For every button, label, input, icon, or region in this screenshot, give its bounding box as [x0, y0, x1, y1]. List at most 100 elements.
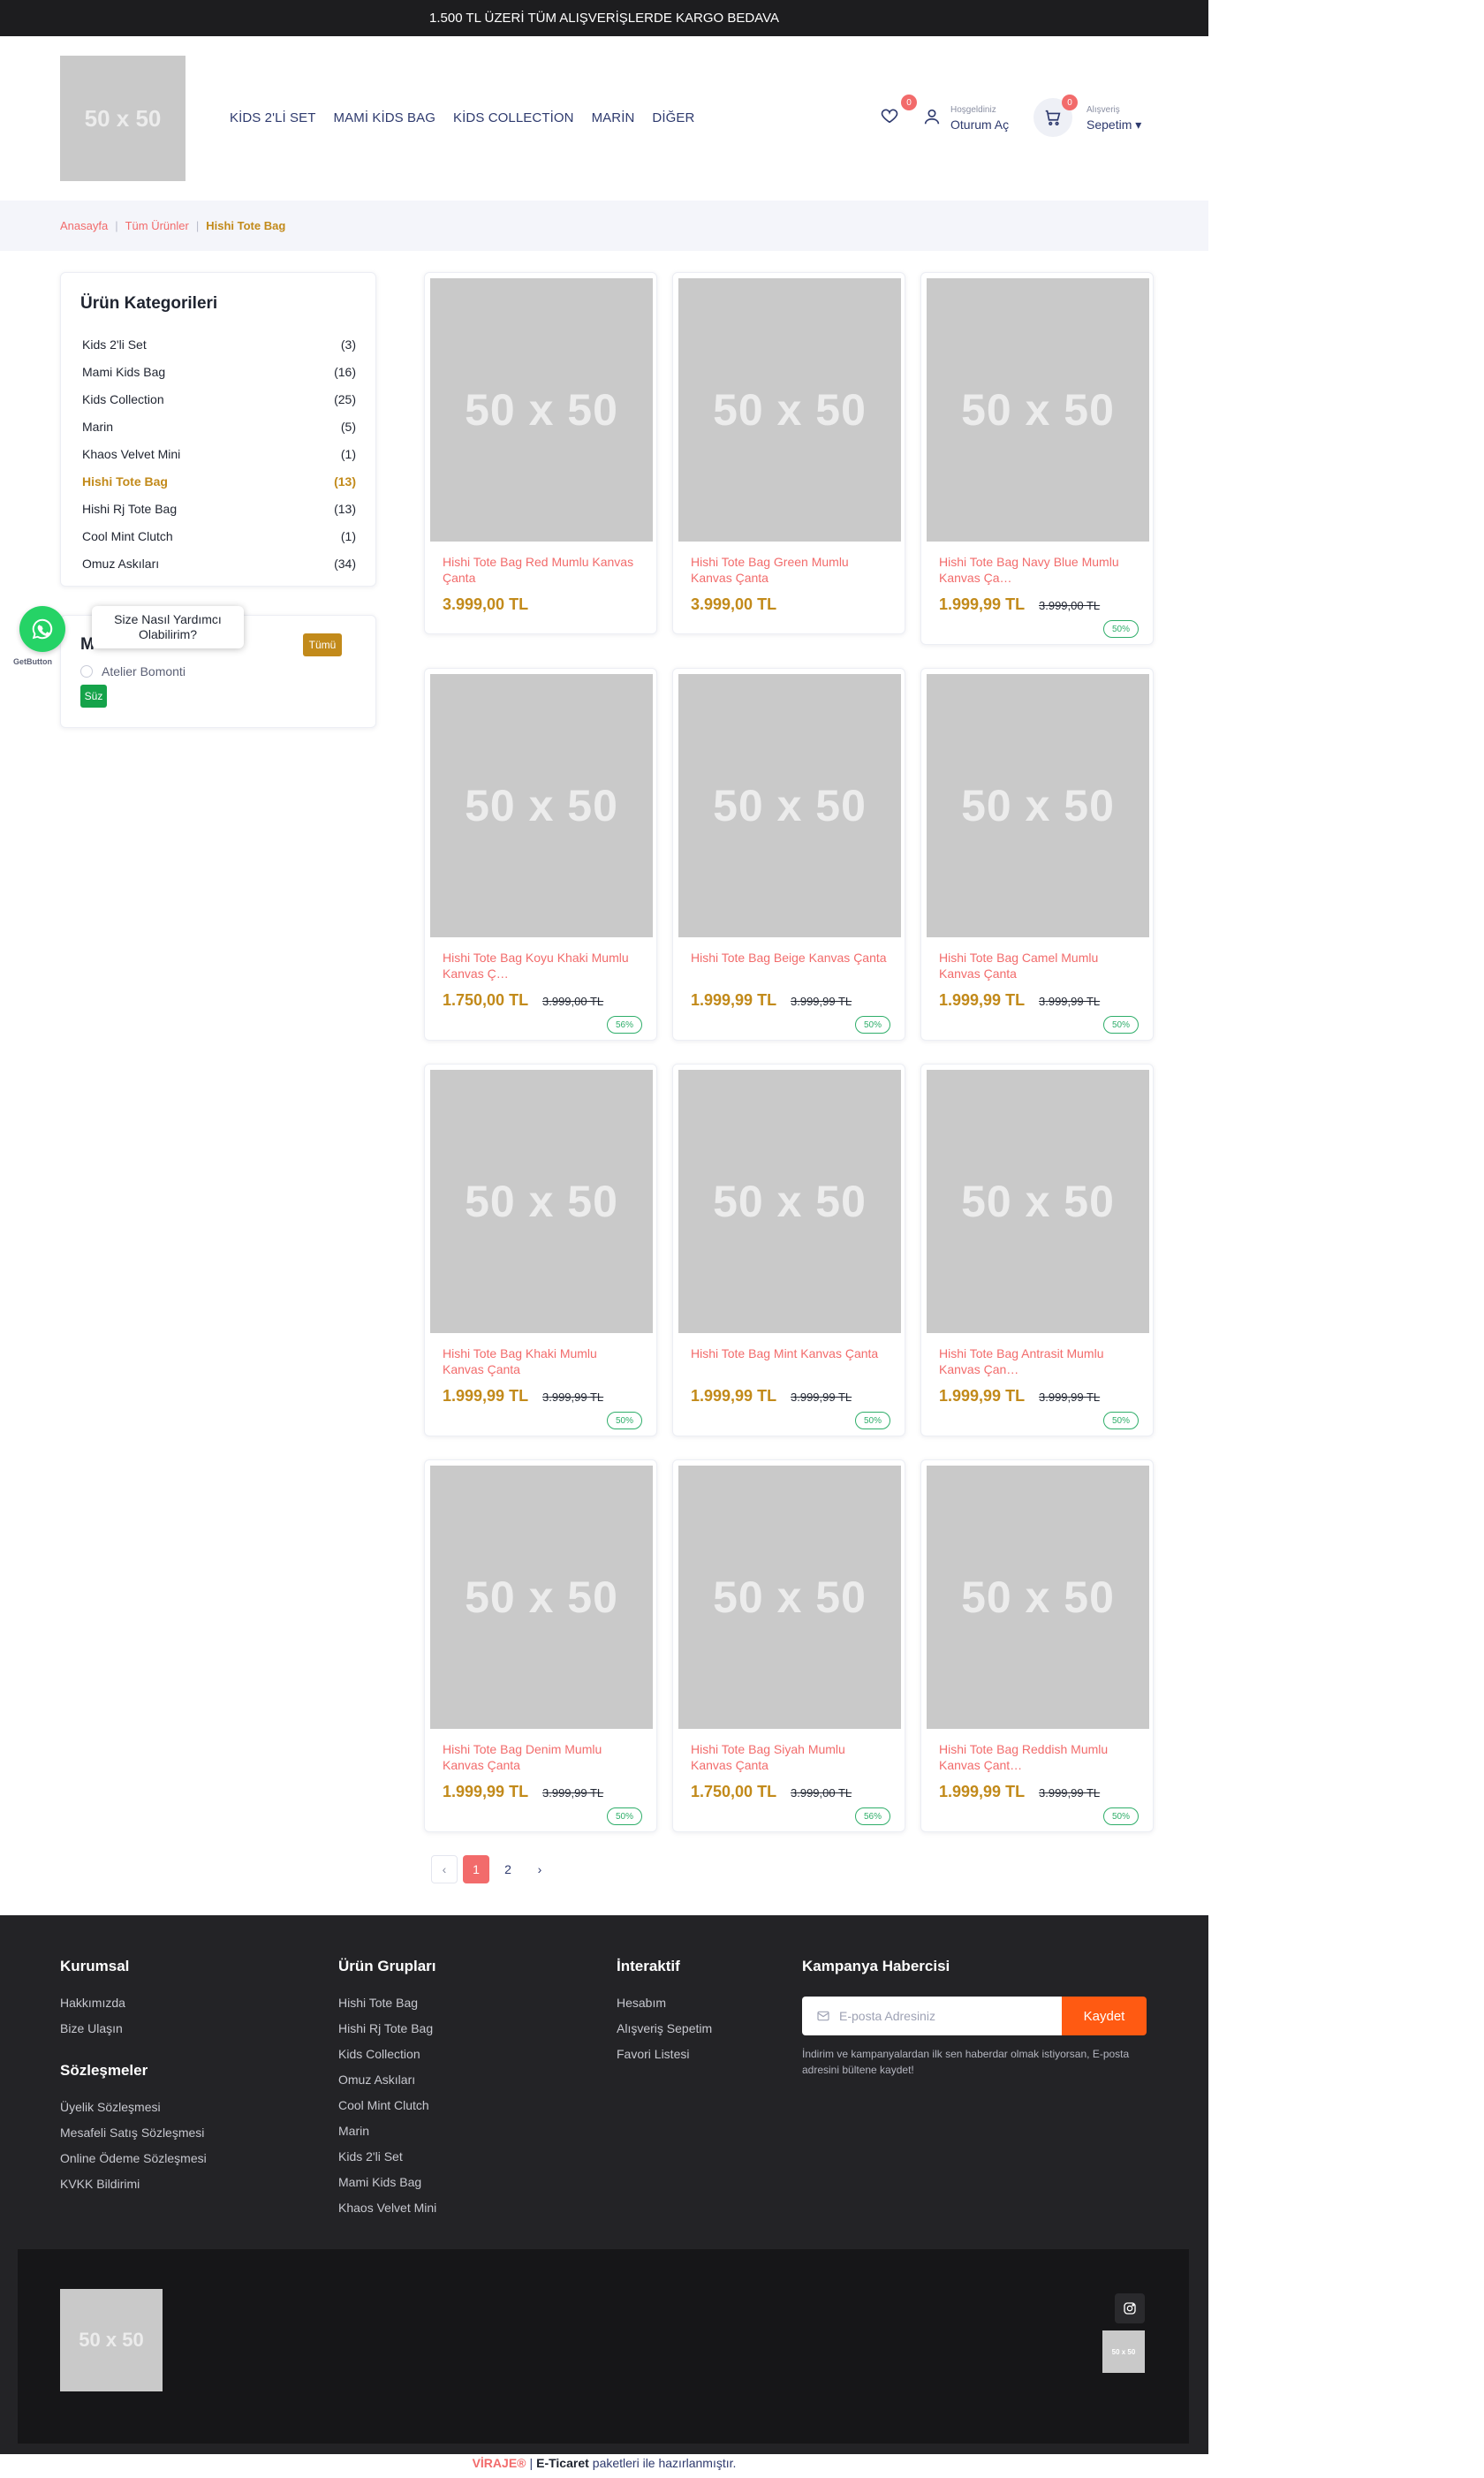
product-name[interactable]: Hishi Tote Bag Camel Mumlu Kanvas Çanta [939, 950, 1137, 981]
product-name[interactable]: Hishi Tote Bag Khaki Mumlu Kanvas Çanta [443, 1345, 640, 1377]
category-item[interactable]: Marin (5) [82, 413, 356, 440]
product-price: 1.750,00 TL [691, 1783, 777, 1800]
footer-link[interactable]: Bize Ulaşın [60, 2015, 129, 2041]
category-item[interactable]: Mami Kids Bag (16) [82, 358, 356, 385]
product-image[interactable]: 50 x 50 [927, 1070, 1149, 1333]
footer-link[interactable]: Hishi Tote Bag [338, 1989, 436, 2015]
footer-link[interactable]: Online Ödeme Sözleşmesi [60, 2145, 207, 2171]
product-card[interactable]: 50 x 50 Hishi Tote Bag Reddish Mumlu Kanv… [920, 1459, 1154, 1832]
footer-link[interactable]: Kids 2'li Set [338, 2143, 436, 2169]
page-2-button[interactable]: 2 [495, 1855, 521, 1883]
footer-link[interactable]: Üyelik Sözleşmesi [60, 2094, 207, 2119]
product-card[interactable]: 50 x 50 Hishi Tote Bag Khaki Mumlu Kanvas… [424, 1064, 657, 1436]
filter-button[interactable]: Süz [80, 685, 107, 708]
product-image[interactable]: 50 x 50 [430, 278, 653, 542]
product-name[interactable]: Hishi Tote Bag Reddish Mumlu Kanvas Çant… [939, 1741, 1137, 1773]
radio-icon[interactable] [80, 665, 93, 678]
product-image[interactable]: 50 x 50 [927, 1466, 1149, 1729]
heart-icon[interactable] [880, 106, 899, 125]
product-card[interactable]: 50 x 50 Hishi Tote Bag Siyah Mumlu Kanvas… [672, 1459, 905, 1832]
footer-link[interactable]: Mesafeli Satış Sözleşmesi [60, 2119, 207, 2145]
footer-link[interactable]: Alışveriş Sepetim [617, 2015, 712, 2041]
product-card[interactable]: 50 x 50 Hishi Tote Bag Camel Mumlu Kanvas… [920, 668, 1154, 1041]
product-card[interactable]: 50 x 50 Hishi Tote Bag Red Mumlu Kanvas Ç… [424, 272, 657, 634]
product-card[interactable]: 50 x 50 Hishi Tote Bag Antrasit Mumlu Kan… [920, 1064, 1154, 1436]
product-card[interactable]: 50 x 50 Hishi Tote Bag Denim Mumlu Kanvas… [424, 1459, 657, 1832]
product-name[interactable]: Hishi Tote Bag Denim Mumlu Kanvas Çanta [443, 1741, 640, 1773]
product-image[interactable]: 50 x 50 [678, 674, 901, 937]
credit-brand[interactable]: VİRAJE® [473, 2456, 526, 2470]
category-item[interactable]: Hishi Tote Bag (13) [82, 467, 356, 495]
product-card[interactable]: 50 x 50 Hishi Tote Bag Beige Kanvas Çanta… [672, 668, 905, 1041]
instagram-icon[interactable] [1115, 2293, 1145, 2323]
nav-kids-2li-set[interactable]: KİDS 2'Lİ SET [230, 110, 316, 125]
footer-link[interactable]: Cool Mint Clutch [338, 2092, 436, 2118]
nav-diger[interactable]: DİĞER [652, 110, 694, 125]
footer-link[interactable]: Hishi Rj Tote Bag [338, 2015, 436, 2041]
footer-link[interactable]: Favori Listesi [617, 2041, 712, 2066]
product-image[interactable]: 50 x 50 [678, 1070, 901, 1333]
nav-kids-collection[interactable]: KİDS COLLECTİON [453, 110, 574, 125]
category-item[interactable]: Omuz Askıları (34) [82, 549, 356, 577]
category-panel-title: Ürün Kategorileri [80, 294, 218, 313]
category-label: Mami Kids Bag [82, 364, 166, 379]
newsletter-save-button[interactable]: Kaydet [1062, 1997, 1147, 2035]
product-image[interactable]: 50 x 50 [430, 674, 653, 937]
cart-small-label: Alışveriş [1086, 105, 1120, 115]
product-name[interactable]: Hishi Tote Bag Koyu Khaki Mumlu Kanvas Ç… [443, 950, 640, 981]
newsletter-email-input[interactable]: E-posta Adresiniz [802, 1997, 1062, 2035]
category-item[interactable]: Cool Mint Clutch (1) [82, 522, 356, 549]
whatsapp-button[interactable] [19, 606, 65, 652]
prev-page-button[interactable]: ‹ [431, 1855, 458, 1883]
footer-link[interactable]: Marin [338, 2118, 436, 2143]
category-label: Kids Collection [82, 391, 164, 406]
product-card[interactable]: 50 x 50 Hishi Tote Bag Green Mumlu Kanvas… [672, 272, 905, 634]
category-item[interactable]: Kids Collection (25) [82, 385, 356, 413]
footer-link[interactable]: Hakkımızda [60, 1989, 129, 2015]
next-page-button[interactable]: › [526, 1855, 553, 1883]
footer-logo[interactable]: 50 x 50 [60, 2289, 163, 2391]
footer-link[interactable]: Omuz Askıları [338, 2066, 436, 2092]
category-item[interactable]: Kids 2'li Set (3) [82, 330, 356, 358]
category-item[interactable]: Khaos Velvet Mini (1) [82, 440, 356, 467]
site-logo[interactable]: 50 x 50 [60, 56, 186, 181]
category-panel: Ürün Kategorileri Kids 2'li Set (3) Mami K… [60, 272, 376, 587]
product-card[interactable]: 50 x 50 Hishi Tote Bag Navy Blue Mumlu Ka… [920, 272, 1154, 645]
product-image[interactable]: 50 x 50 [678, 278, 901, 542]
product-card[interactable]: 50 x 50 Hishi Tote Bag Mint Kanvas Çanta 1… [672, 1064, 905, 1436]
footer-link[interactable]: Hesabım [617, 1989, 712, 2015]
product-name[interactable]: Hishi Tote Bag Mint Kanvas Çanta [691, 1345, 889, 1377]
product-name[interactable]: Hishi Tote Bag Beige Kanvas Çanta [691, 950, 889, 981]
category-label: Omuz Askıları [82, 556, 160, 571]
nav-mami-kids-bag[interactable]: MAMİ KİDS BAG [334, 110, 436, 125]
brand-option[interactable]: Atelier Bomonti [80, 664, 186, 678]
product-name[interactable]: Hishi Tote Bag Red Mumlu Kanvas Çanta [443, 554, 640, 586]
product-image[interactable]: 50 x 50 [678, 1466, 901, 1729]
category-item[interactable]: Hishi Rj Tote Bag (13) [82, 495, 356, 522]
category-count: (13) [334, 501, 356, 516]
product-name[interactable]: Hishi Tote Bag Navy Blue Mumlu Kanvas Ça… [939, 554, 1137, 586]
whatsapp-help-bubble[interactable]: Size Nasıl Yardımcı Olabilirim? [92, 606, 244, 648]
category-label: Hishi Rj Tote Bag [82, 501, 178, 516]
cart-link[interactable]: Sepetim ▾ [1086, 117, 1141, 133]
page-1-button[interactable]: 1 [463, 1855, 489, 1883]
footer-link[interactable]: Kids Collection [338, 2041, 436, 2066]
breadcrumb-all-products[interactable]: Tüm Ürünler [125, 219, 189, 232]
product-name[interactable]: Hishi Tote Bag Green Mumlu Kanvas Çanta [691, 554, 889, 586]
login-link[interactable]: Oturum Aç [950, 117, 1009, 132]
footer-link[interactable]: Mami Kids Bag [338, 2169, 436, 2194]
product-image[interactable]: 50 x 50 [430, 1070, 653, 1333]
footer-link[interactable]: KVKK Bildirimi [60, 2171, 207, 2196]
footer-link[interactable]: Khaos Velvet Mini [338, 2194, 436, 2220]
show-all-brands-button[interactable]: Tümü [303, 633, 342, 656]
breadcrumb-home[interactable]: Anasayfa [60, 219, 108, 232]
nav-marin[interactable]: MARİN [592, 110, 635, 125]
user-icon[interactable] [922, 107, 942, 126]
product-image[interactable]: 50 x 50 [927, 674, 1149, 937]
product-name[interactable]: Hishi Tote Bag Siyah Mumlu Kanvas Çanta [691, 1741, 889, 1773]
product-name[interactable]: Hishi Tote Bag Antrasit Mumlu Kanvas Çan… [939, 1345, 1137, 1377]
product-image[interactable]: 50 x 50 [927, 278, 1149, 542]
product-image[interactable]: 50 x 50 [430, 1466, 653, 1729]
product-card[interactable]: 50 x 50 Hishi Tote Bag Koyu Khaki Mumlu K… [424, 668, 657, 1041]
footer-interaktif: İnteraktif Hesabım Alışveriş Sepetim Fav… [617, 1958, 712, 2066]
